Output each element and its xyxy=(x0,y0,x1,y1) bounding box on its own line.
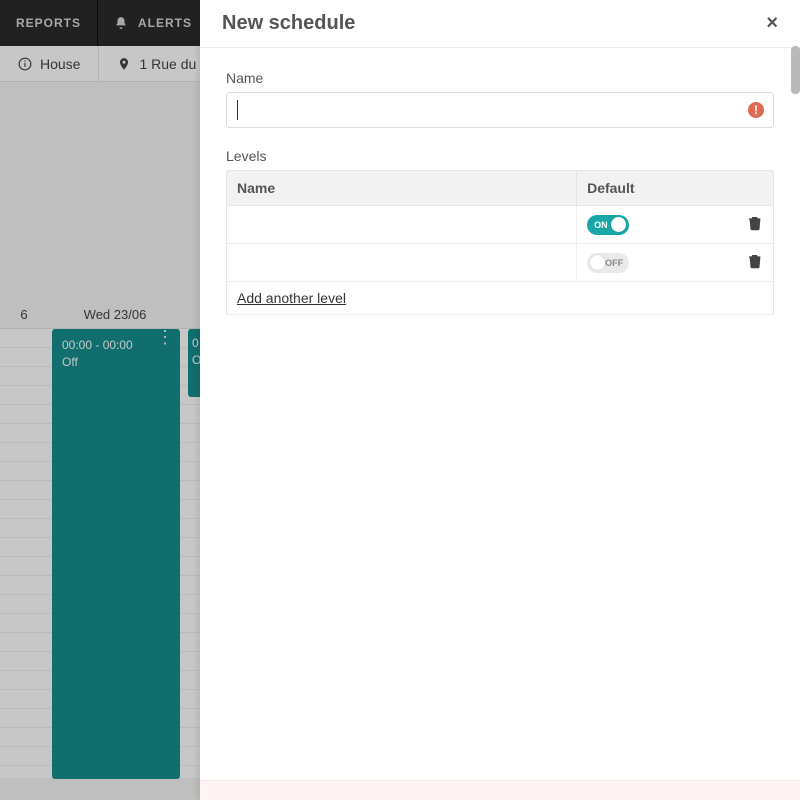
toggle-on-label: ON xyxy=(594,220,608,230)
error-icon: ! xyxy=(748,102,764,118)
panel-body: Name ! Levels Name Default xyxy=(200,48,800,800)
toggle-off-label: OFF xyxy=(605,258,623,268)
col-default-header: Default xyxy=(577,171,774,206)
trash-icon[interactable] xyxy=(747,214,763,232)
close-icon: × xyxy=(766,12,778,34)
panel-header: New schedule × xyxy=(200,0,800,48)
toggle-knob xyxy=(611,217,626,232)
level-default-cell: ON xyxy=(577,206,737,244)
level-row: OFF xyxy=(227,244,774,282)
level-name-cell[interactable] xyxy=(227,244,577,282)
name-input-row: ! xyxy=(226,92,774,128)
panel-title: New schedule xyxy=(222,12,355,35)
scrollbar[interactable] xyxy=(791,46,800,94)
default-toggle-off[interactable]: OFF xyxy=(587,253,629,273)
col-name-header: Name xyxy=(227,171,577,206)
name-label: Name xyxy=(226,70,774,86)
levels-label: Levels xyxy=(226,148,774,164)
level-default-cell: OFF xyxy=(577,244,737,282)
trash-icon[interactable] xyxy=(747,252,763,270)
delete-cell xyxy=(737,244,774,282)
text-cursor xyxy=(237,100,238,120)
delete-cell xyxy=(737,206,774,244)
default-toggle-on[interactable]: ON xyxy=(587,215,629,235)
new-schedule-panel: New schedule × Name ! Levels Name Defaul… xyxy=(200,0,800,800)
close-button[interactable]: × xyxy=(766,12,778,35)
add-level-link[interactable]: Add another level xyxy=(237,290,346,306)
levels-table: Name Default ON xyxy=(226,170,774,315)
panel-footer-strip xyxy=(200,780,800,800)
toggle-knob xyxy=(590,255,605,270)
level-row: ON xyxy=(227,206,774,244)
level-name-cell[interactable] xyxy=(227,206,577,244)
name-input[interactable] xyxy=(226,92,774,128)
add-level-row: Add another level xyxy=(227,282,774,315)
